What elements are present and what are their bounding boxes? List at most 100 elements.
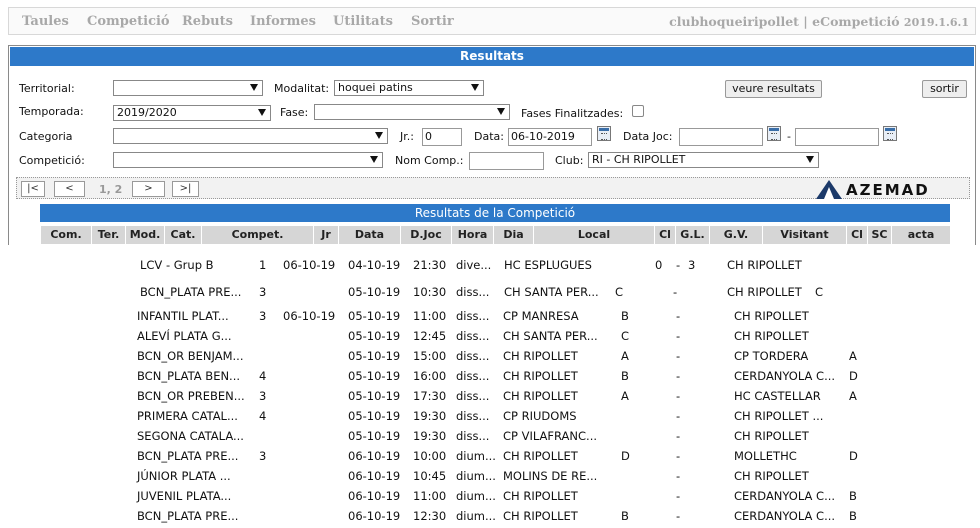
- cell-djoc: 05-10-19: [348, 285, 401, 299]
- table-row[interactable]: PRIMERA CATAL... 4 05-10-19 19:30 diss... CP …: [0, 406, 980, 426]
- first-page-button[interactable]: |<: [21, 181, 45, 197]
- col-com[interactable]: Com.: [40, 226, 91, 244]
- prev-page-button[interactable]: <: [54, 181, 85, 197]
- results-header: Com. Ter. Mod. Cat. Compet. Jr Data D.Jo…: [40, 226, 950, 244]
- data-input[interactable]: 06-10-2019: [508, 128, 592, 146]
- col-compet[interactable]: Compet.: [201, 226, 313, 244]
- logo-text: AZEMAD: [846, 181, 930, 199]
- logo-triangle-inner-icon: [824, 187, 834, 199]
- table-row[interactable]: INFANTIL PLAT... 3 06-10-19 05-10-19 11:00 di…: [0, 306, 980, 326]
- calendar-icon[interactable]: [767, 126, 781, 141]
- cell-local: CH RIPOLLET: [503, 509, 578, 523]
- table-row[interactable]: BCN_OR PREBEN... 3 05-10-19 17:30 diss... CH …: [0, 386, 980, 406]
- cell-sep: -: [676, 389, 681, 403]
- cell-cl2: D: [849, 369, 858, 383]
- page-info: 1, 2: [99, 183, 123, 196]
- cell-jr: 3: [259, 449, 267, 463]
- col-acta[interactable]: acta: [891, 226, 950, 244]
- col-data[interactable]: Data: [338, 226, 400, 244]
- col-jr[interactable]: Jr: [313, 226, 338, 244]
- calendar-icon[interactable]: [883, 126, 897, 141]
- fase-select[interactable]: [314, 104, 510, 120]
- nav-informes[interactable]: Informes: [250, 14, 316, 29]
- cell-gl: 0: [655, 258, 663, 272]
- table-row[interactable]: SEGONA CATALA... 05-10-19 19:30 diss... CP V…: [0, 426, 980, 446]
- data-joc-separator: -: [787, 130, 791, 143]
- cell-local: CH SANTA PER...: [503, 329, 598, 343]
- next-page-button[interactable]: >: [132, 181, 165, 197]
- table-row[interactable]: BCN_OR BENJAM... 05-10-19 15:00 diss... CH R…: [0, 346, 980, 366]
- cell-cl2: B: [849, 489, 857, 503]
- nav-taules[interactable]: Taules: [22, 14, 69, 29]
- col-cl[interactable]: Cl: [654, 226, 675, 244]
- cell-sep: -: [676, 258, 681, 272]
- cell-sep: -: [673, 285, 678, 299]
- col-gl[interactable]: G.L.: [675, 226, 709, 244]
- cell-cl2: D: [849, 449, 858, 463]
- col-djoc[interactable]: D.Joc: [400, 226, 451, 244]
- col-local[interactable]: Local: [533, 226, 654, 244]
- cell-sep: -: [676, 429, 681, 443]
- col-sc[interactable]: SC: [867, 226, 891, 244]
- jr-label: Jr.:: [400, 130, 414, 143]
- cell-compet: SEGONA CATALA...: [137, 429, 244, 443]
- table-row[interactable]: LCV - Grup B 1 06-10-19 04-10-19 21:30 dive..…: [0, 255, 980, 275]
- table-row[interactable]: BCN_PLATA PRE... 3 05-10-19 10:30 diss... CH …: [0, 282, 980, 302]
- cell-hora: 15:00: [413, 349, 447, 363]
- categoria-select[interactable]: [113, 128, 388, 144]
- nav-sortir[interactable]: Sortir: [411, 14, 454, 29]
- cell-dia: diss...: [456, 409, 490, 423]
- cell-local: CH RIPOLLET: [503, 349, 578, 363]
- cell-dia: dium...: [456, 509, 496, 523]
- veure-resultats-button[interactable]: veure resultats: [725, 80, 822, 98]
- categoria-label: Categoria: [19, 130, 73, 143]
- competicio-select[interactable]: [113, 152, 383, 168]
- nav-rebuts[interactable]: Rebuts: [182, 14, 233, 29]
- col-visitant[interactable]: Visitant: [762, 226, 846, 244]
- cell-cl: C: [621, 329, 630, 343]
- col-ter[interactable]: Ter.: [91, 226, 125, 244]
- cell-djoc: 05-10-19: [348, 389, 401, 403]
- temporada-select[interactable]: 2019/2020: [113, 105, 271, 121]
- jr-input[interactable]: 0: [422, 128, 462, 146]
- cell-compet: BCN_OR PREBEN...: [137, 389, 245, 403]
- table-row[interactable]: JÚNIOR PLATA ... 06-10-19 10:45 dium... MOLI…: [0, 466, 980, 486]
- cell-local: CH RIPOLLET: [503, 389, 578, 403]
- cell-cl2: A: [849, 349, 857, 363]
- cell-cl: B: [621, 509, 629, 523]
- dropdown-arrow-icon: [250, 84, 258, 91]
- dropdown-arrow-icon: [497, 108, 505, 115]
- results-panel: Resultats Territorial: Modalitat: hoquei…: [8, 45, 976, 245]
- cell-jr: 4: [259, 369, 267, 383]
- col-mod[interactable]: Mod.: [125, 226, 164, 244]
- col-hora[interactable]: Hora: [451, 226, 493, 244]
- table-row[interactable]: BCN_PLATA PRE... 3 06-10-19 10:00 dium... CH …: [0, 446, 980, 466]
- cell-compet: PRIMERA CATAL...: [137, 409, 238, 423]
- cell-local: CH RIPOLLET: [503, 369, 578, 383]
- table-row[interactable]: ALEVÍ PLATA G... 05-10-19 12:45 diss... CH S…: [0, 326, 980, 346]
- last-page-button[interactable]: >|: [172, 181, 199, 197]
- data-joc-label: Data Joc:: [623, 130, 673, 143]
- nom-comp-input[interactable]: [469, 152, 544, 170]
- table-row[interactable]: BCN_PLATA PRE... 06-10-19 12:30 dium... CH R…: [0, 506, 980, 526]
- col-gv[interactable]: G.V.: [709, 226, 762, 244]
- club-select[interactable]: RI - CH RIPOLLET: [588, 152, 819, 168]
- cell-hora: 10:30: [413, 285, 447, 299]
- sortir-button[interactable]: sortir: [922, 80, 967, 98]
- calendar-icon[interactable]: [597, 126, 611, 141]
- table-row[interactable]: JUVENIL PLATA... 06-10-19 11:00 dium... CH R…: [0, 486, 980, 506]
- cell-hora: 21:30: [413, 258, 447, 272]
- col-dia[interactable]: Dia: [493, 226, 533, 244]
- cell-dia: diss...: [456, 309, 490, 323]
- data-joc-from-input[interactable]: [679, 128, 763, 146]
- nav-utilitats[interactable]: Utilitats: [333, 14, 393, 29]
- col-cl2[interactable]: Cl: [846, 226, 867, 244]
- nav-competicio[interactable]: Competició: [87, 14, 170, 29]
- fases-finalitzades-checkbox[interactable]: [632, 105, 644, 117]
- territorial-select[interactable]: [113, 80, 263, 96]
- col-cat[interactable]: Cat.: [164, 226, 201, 244]
- table-row[interactable]: BCN_PLATA BEN... 4 05-10-19 16:00 diss... CH …: [0, 366, 980, 386]
- cell-dia: diss...: [456, 285, 490, 299]
- data-joc-to-input[interactable]: [795, 128, 879, 146]
- modalitat-select[interactable]: hoquei patins: [334, 80, 484, 96]
